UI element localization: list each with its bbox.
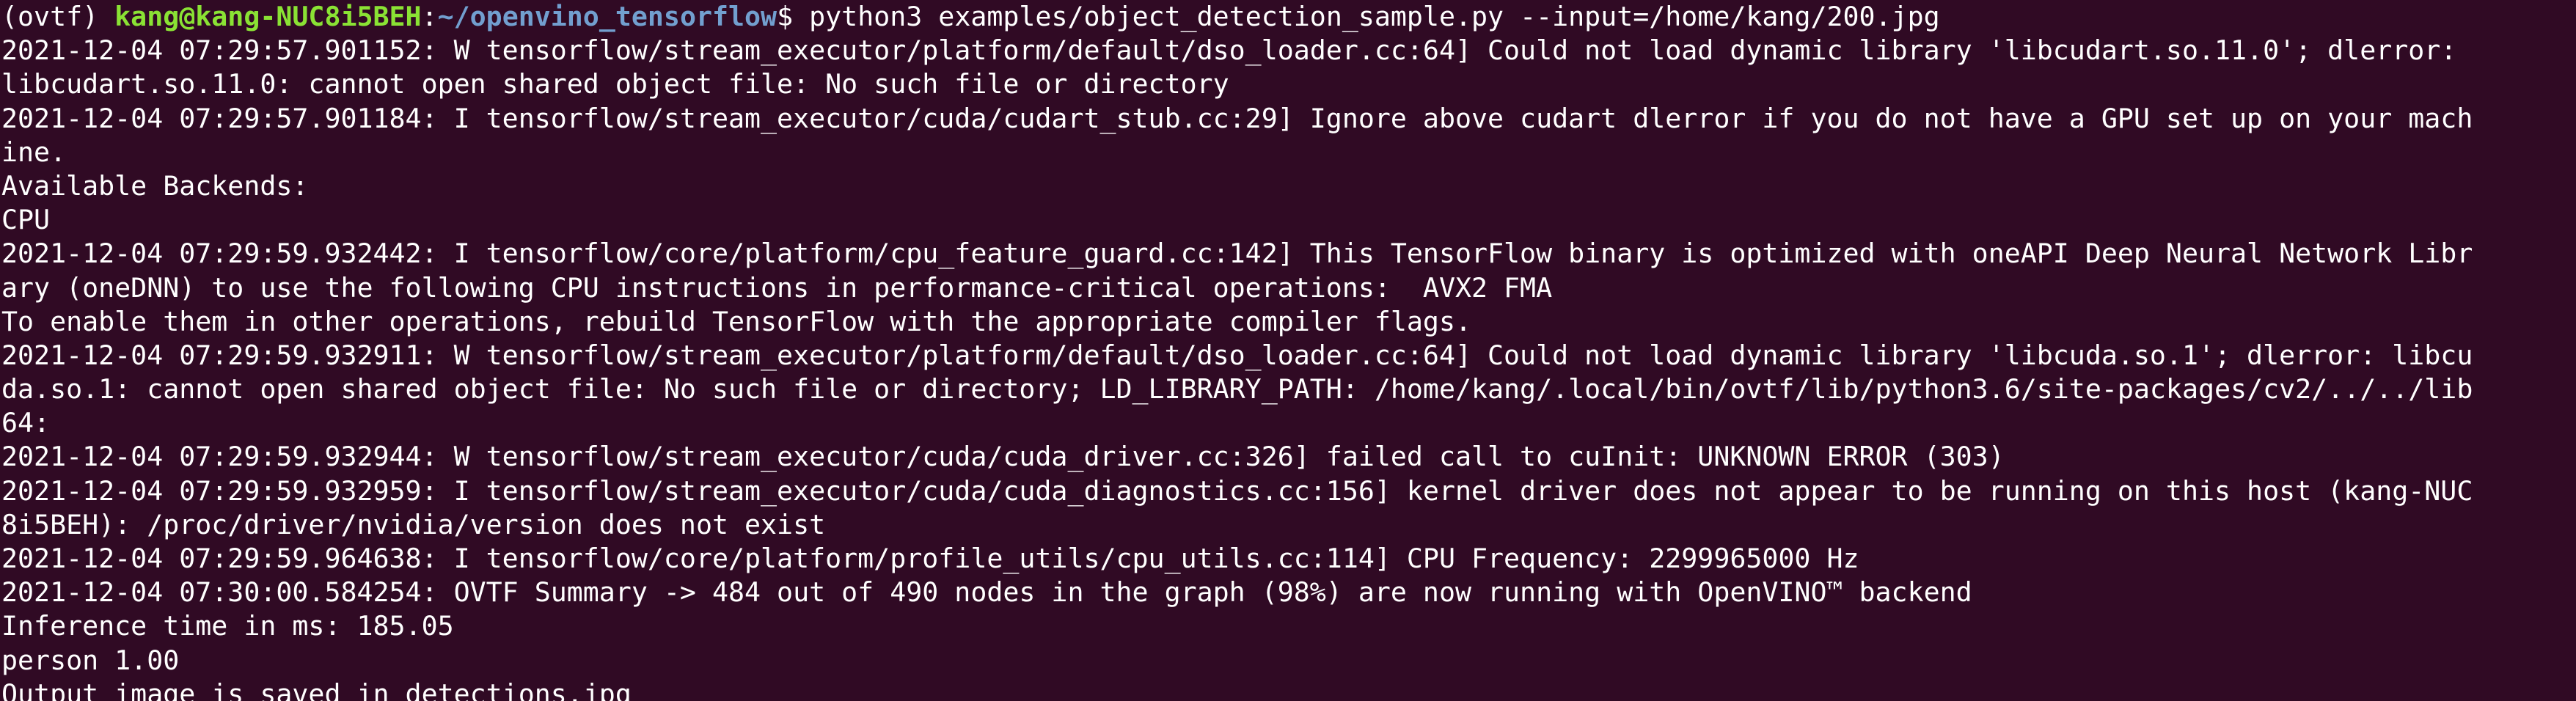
output-line: 2021-12-04 07:29:59.932959: I tensorflow… [1, 474, 2473, 507]
prompt-line: (ovtf) kang@kang-NUC8i5BEH:~/openvino_te… [1, 0, 2576, 34]
output-line: 2021-12-04 07:29:59.932911: W tensorflow… [1, 339, 2473, 371]
output-line: 2021-12-04 07:29:59.964638: I tensorflow… [1, 543, 1859, 574]
prompt-env: (ovtf) [1, 1, 115, 32]
output-line: 2021-12-04 07:29:59.932442: I tensorflow… [1, 238, 2473, 270]
prompt-colon: : [421, 1, 438, 32]
output-line: 2021-12-04 07:29:57.901184: I tensorflow… [1, 102, 2473, 134]
output-line: Available Backends: [1, 169, 309, 202]
output-line: CPU [1, 204, 51, 236]
output-line: person 1.00 [1, 644, 180, 676]
prompt-path: ~/openvino_tensorflow [437, 1, 777, 32]
output-line: 2021-12-04 07:29:59.932944: W tensorflow… [1, 441, 2005, 473]
output-line: libcudart.so.11.0: cannot open shared ob… [1, 68, 1229, 100]
prompt-command: python3 examples/object_detection_sample… [809, 1, 1940, 32]
output-line: Inference time in ms: 185.05 [1, 610, 454, 642]
output-line: da.so.1: cannot open shared object file:… [1, 373, 2473, 405]
output-line: To enable them in other operations, rebu… [1, 305, 1471, 337]
output-line: 2021-12-04 07:30:00.584254: OVTF Summary… [1, 576, 1972, 609]
output-line: Output image is saved in detections.jpg [1, 678, 632, 701]
output-line: ary (oneDNN) to use the following CPU in… [1, 271, 1553, 304]
prompt-symbol: $ [777, 1, 810, 32]
terminal-window[interactable]: (ovtf) kang@kang-NUC8i5BEH:~/openvino_te… [0, 0, 2576, 701]
output-line: ine. [1, 136, 67, 168]
output-line: 2021-12-04 07:29:57.901152: W tensorflow… [1, 34, 2457, 67]
output-line: 64: [1, 407, 51, 439]
prompt-user-host: kang@kang-NUC8i5BEH [114, 1, 422, 32]
output-line: 8i5BEH): /proc/driver/nvidia/version doe… [1, 508, 826, 540]
